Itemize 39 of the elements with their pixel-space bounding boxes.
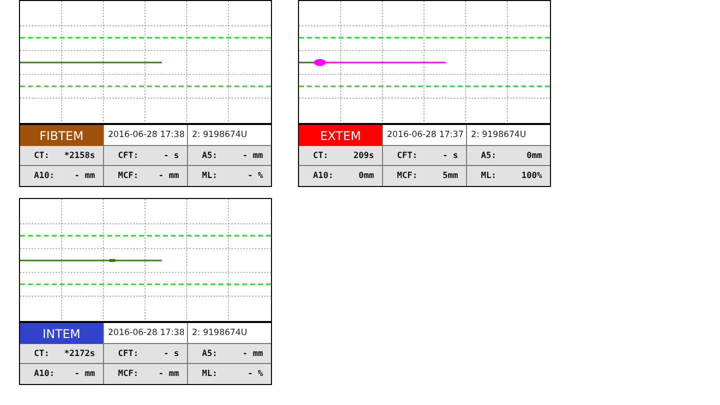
metric-value: 0mm xyxy=(526,150,542,160)
metric-label: CFT: xyxy=(397,150,418,160)
metric-value: - mm xyxy=(74,369,95,379)
metric-value: - mm xyxy=(242,150,263,160)
metric-value: - % xyxy=(248,369,263,379)
test-label: INTEM xyxy=(20,323,104,344)
metric-label: ML: xyxy=(202,171,218,181)
metric-value: - mm xyxy=(74,171,95,181)
metric-value: 100% xyxy=(522,171,542,181)
metric-label: A10: xyxy=(313,171,334,181)
metric-label: MCF: xyxy=(118,171,138,181)
metric-label: CFT: xyxy=(118,348,138,358)
metric-value: - mm xyxy=(158,369,179,379)
test-label: EXTEM xyxy=(299,125,383,146)
metric-label: CT: xyxy=(34,348,50,358)
metric-value: - s xyxy=(164,348,179,358)
metric-label: CT: xyxy=(34,150,50,160)
metric-value: - s xyxy=(164,150,179,160)
metric-value: 0mm xyxy=(358,171,374,181)
metric-label: A5: xyxy=(202,348,218,358)
metric-value: - mm xyxy=(242,348,263,358)
metric-label: A5: xyxy=(481,150,496,160)
metric-label: A10: xyxy=(34,171,54,181)
metric-value: - s xyxy=(442,150,458,160)
metric-label: A10: xyxy=(34,369,54,379)
metric-value: - % xyxy=(248,171,263,181)
metric-label: CFT: xyxy=(118,150,138,160)
metric-label: A5: xyxy=(202,150,218,160)
metric-value: *2158s xyxy=(64,150,95,160)
metric-label: ML: xyxy=(202,369,218,379)
test-label: FIBTEM xyxy=(20,125,104,146)
metric-value: - mm xyxy=(158,171,179,181)
metric-value: 209s xyxy=(354,150,374,160)
metric-value: 5mm xyxy=(442,171,458,181)
metric-label: CT: xyxy=(313,150,328,160)
metric-label: ML: xyxy=(481,171,496,181)
metric-value: *2172s xyxy=(64,348,95,358)
metric-label: MCF: xyxy=(118,369,138,379)
metric-label: MCF: xyxy=(397,171,418,181)
